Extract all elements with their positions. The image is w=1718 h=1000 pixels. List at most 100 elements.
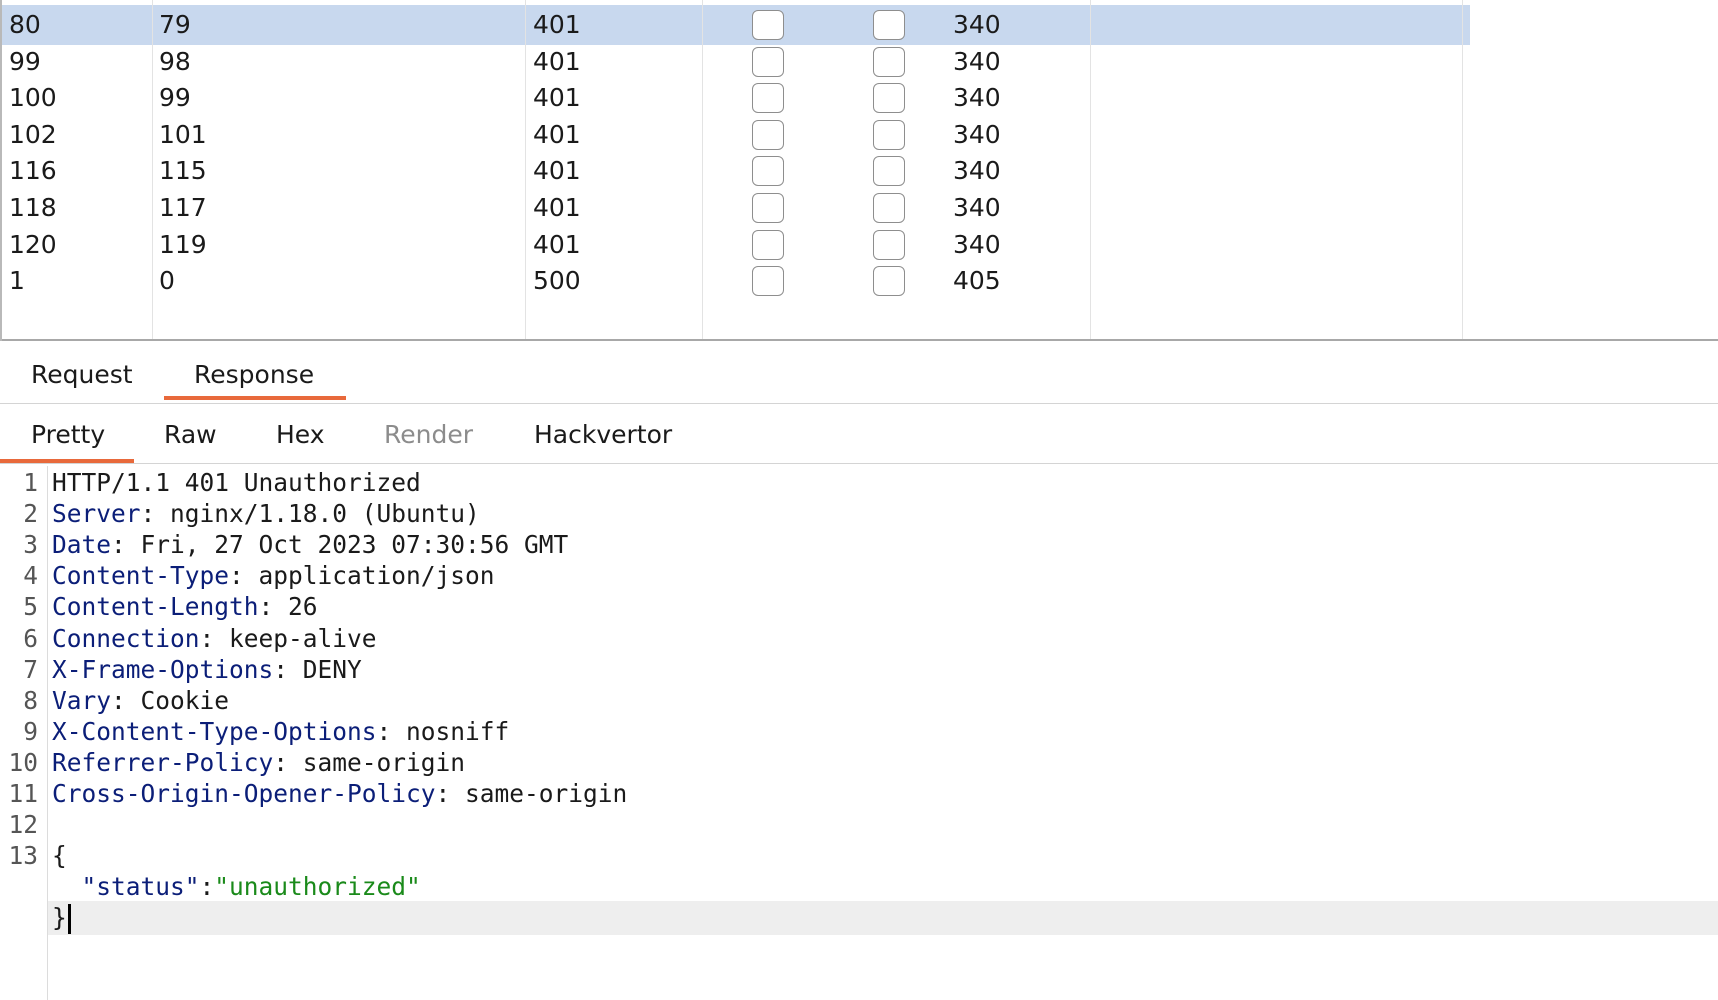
line-content: Date: Fri, 27 Oct 2023 07:30:56 GMT	[52, 528, 568, 562]
line-content: Vary: Cookie	[52, 684, 229, 718]
table-row[interactable]: 100 99 401 340	[2, 78, 1718, 118]
status-code: 401	[533, 193, 581, 222]
line-number: 6	[23, 623, 38, 653]
code-line: 3 Date: Fri, 27 Oct 2023 07:30:56 GMT	[0, 528, 1718, 562]
request-number: 118	[9, 193, 57, 222]
column-divider[interactable]	[702, 0, 703, 341]
timeout-checkbox[interactable]	[873, 119, 905, 150]
timeout-checkbox[interactable]	[873, 266, 905, 297]
header-value: Cookie	[140, 685, 230, 715]
code-line: 11 Cross-Origin-Opener-Policy: same-origi…	[0, 777, 1718, 811]
header-value: 26	[288, 592, 318, 622]
code-line: 13 {	[0, 839, 1718, 873]
tab-raw[interactable]: Raw	[164, 420, 217, 449]
error-checkbox[interactable]	[752, 193, 784, 223]
error-checkbox[interactable]	[752, 156, 784, 187]
line-number: 3	[23, 530, 38, 560]
header-separator: :	[111, 685, 141, 715]
code-line: 5 Content-Length: 26	[0, 590, 1718, 624]
line-content: Referrer-Policy: same-origin	[52, 746, 465, 780]
tab-response[interactable]: Response	[194, 360, 314, 389]
table-row[interactable]: 1 0 500 405	[2, 261, 1718, 301]
header-separator: :	[111, 530, 141, 560]
header-separator: :	[140, 499, 171, 529]
timeout-checkbox[interactable]	[873, 156, 905, 187]
column-divider[interactable]	[152, 0, 153, 341]
tab-hex[interactable]: Hex	[276, 420, 325, 449]
timeout-checkbox[interactable]	[873, 193, 905, 223]
header-name: Vary	[52, 685, 112, 715]
error-checkbox[interactable]	[752, 46, 784, 77]
header-name: Date	[52, 530, 112, 560]
message-tabs: Request Response	[0, 346, 1718, 404]
line-number: 7	[23, 654, 38, 684]
payload-value: 117	[159, 193, 207, 222]
column-divider[interactable]	[525, 0, 526, 341]
header-value: application/json	[258, 561, 495, 591]
status-code: 401	[533, 229, 581, 259]
line-content: {	[52, 839, 67, 873]
code-line: 10 Referrer-Policy: same-origin	[0, 746, 1718, 780]
line-number: 2	[23, 499, 38, 529]
payload-value: 99	[159, 83, 191, 113]
line-content: Content-Type: application/json	[52, 559, 495, 593]
table-row[interactable]: 102 101 401 340	[2, 115, 1718, 155]
timeout-checkbox[interactable]	[873, 10, 905, 40]
status-code: 401	[533, 10, 581, 39]
line-content: Cross-Origin-Opener-Policy: same-origin	[52, 777, 627, 811]
column-divider[interactable]	[1090, 0, 1091, 341]
status-code: 401	[533, 46, 581, 76]
line-content: }	[52, 901, 71, 935]
error-checkbox[interactable]	[752, 229, 784, 260]
error-checkbox[interactable]	[752, 119, 784, 150]
tab-request[interactable]: Request	[31, 360, 133, 389]
view-tabs: Pretty Raw Hex Render Hackvertor	[0, 406, 1718, 464]
tab-render[interactable]: Render	[384, 420, 473, 449]
json-value: "unauthorized"	[214, 872, 421, 902]
header-value: nosniff	[406, 716, 510, 746]
error-checkbox[interactable]	[752, 10, 784, 40]
header-separator: :	[273, 654, 303, 684]
json-open-brace: {	[52, 841, 67, 871]
table-row[interactable]: 116 115 401 340	[2, 151, 1718, 191]
response-editor[interactable]: 1 HTTP/1.1 401 Unauthorized 2 Server: nginx…	[0, 466, 1718, 1000]
status-code: 401	[533, 83, 581, 113]
status-code: 500	[533, 266, 581, 296]
table-row[interactable]: 118 117 401 340	[2, 188, 1718, 228]
line-content: HTTP/1.1 401 Unauthorized	[52, 466, 421, 500]
payload-value: 0	[159, 266, 175, 296]
code-line: 2 Server: nginx/1.18.0 (Ubuntu)	[0, 497, 1718, 531]
tab-pretty[interactable]: Pretty	[31, 420, 105, 449]
column-divider[interactable]	[1462, 0, 1463, 341]
line-number: 8	[23, 685, 38, 715]
header-name: Cross-Origin-Opener-Policy	[52, 779, 436, 808]
response-length: 340	[953, 193, 1001, 222]
pane-splitter[interactable]	[2, 339, 1718, 341]
code-line: 4 Content-Type: application/json	[0, 559, 1718, 593]
header-name: Referrer-Policy	[52, 747, 274, 777]
tab-hackvertor[interactable]: Hackvertor	[534, 420, 672, 449]
text-caret	[67, 904, 71, 935]
response-length: 340	[953, 10, 1001, 39]
timeout-checkbox[interactable]	[873, 46, 905, 77]
request-number: 80	[9, 10, 41, 39]
header-name: Connection	[52, 623, 200, 653]
table-row[interactable]: 99 98 401 340	[2, 42, 1718, 82]
timeout-checkbox[interactable]	[873, 229, 905, 260]
error-checkbox[interactable]	[752, 83, 784, 114]
payload-value: 98	[159, 46, 191, 76]
json-close-brace: }	[52, 903, 67, 933]
line-number: 11	[8, 779, 38, 808]
code-line: "status":"unauthorized"	[0, 870, 1718, 904]
timeout-checkbox[interactable]	[873, 83, 905, 114]
results-table[interactable]: 80 79 401 340 99 98 401 340 100 99 401 340 102 101 401…	[0, 0, 1718, 341]
header-value: Fri, 27 Oct 2023 07:30:56 GMT	[140, 530, 569, 560]
code-line: 9 X-Content-Type-Options: nosniff	[0, 715, 1718, 749]
payload-value: 101	[159, 119, 207, 149]
line-content: Server: nginx/1.18.0 (Ubuntu)	[52, 497, 480, 531]
error-checkbox[interactable]	[752, 266, 784, 297]
table-row[interactable]: 120 119 401 340	[2, 225, 1718, 265]
request-number: 1	[9, 266, 25, 296]
line-number: 4	[23, 561, 38, 591]
table-row[interactable]: 80 79 401 340	[2, 5, 1470, 45]
